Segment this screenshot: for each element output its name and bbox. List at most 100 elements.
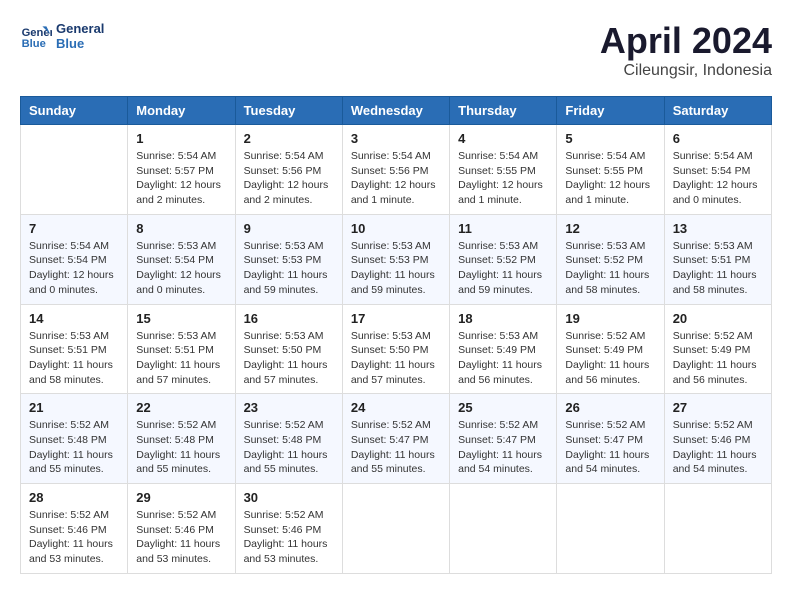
- day-number: 2: [244, 131, 334, 146]
- logo: General Blue General Blue: [20, 20, 104, 52]
- calendar-cell: [450, 484, 557, 574]
- calendar-cell: [557, 484, 664, 574]
- day-header-wednesday: Wednesday: [342, 97, 449, 125]
- day-info: Sunrise: 5:53 AM Sunset: 5:51 PM Dayligh…: [29, 329, 119, 388]
- calendar-cell: 12 Sunrise: 5:53 AM Sunset: 5:52 PM Dayli…: [557, 214, 664, 304]
- day-number: 12: [565, 221, 655, 236]
- calendar-cell: 22 Sunrise: 5:52 AM Sunset: 5:48 PM Dayli…: [128, 394, 235, 484]
- calendar-cell: 15 Sunrise: 5:53 AM Sunset: 5:51 PM Dayli…: [128, 304, 235, 394]
- day-number: 14: [29, 311, 119, 326]
- calendar-week-row: 21 Sunrise: 5:52 AM Sunset: 5:48 PM Dayli…: [21, 394, 772, 484]
- day-number: 5: [565, 131, 655, 146]
- calendar-cell: 21 Sunrise: 5:52 AM Sunset: 5:48 PM Dayli…: [21, 394, 128, 484]
- calendar-cell: 3 Sunrise: 5:54 AM Sunset: 5:56 PM Daylig…: [342, 125, 449, 215]
- day-info: Sunrise: 5:52 AM Sunset: 5:49 PM Dayligh…: [565, 329, 655, 388]
- day-number: 7: [29, 221, 119, 236]
- calendar-cell: 8Sunrise: 5:53 AM Sunset: 5:54 PM Daylig…: [128, 214, 235, 304]
- day-number: 20: [673, 311, 763, 326]
- day-header-friday: Friday: [557, 97, 664, 125]
- day-info: Sunrise: 5:52 AM Sunset: 5:48 PM Dayligh…: [244, 418, 334, 477]
- logo-line2: Blue: [56, 36, 104, 51]
- day-info: Sunrise: 5:54 AM Sunset: 5:56 PM Dayligh…: [351, 149, 441, 208]
- day-info: Sunrise: 5:53 AM Sunset: 5:52 PM Dayligh…: [458, 239, 548, 298]
- day-number: 27: [673, 400, 763, 415]
- logo-icon: General Blue: [20, 20, 52, 52]
- day-info: Sunrise: 5:53 AM Sunset: 5:52 PM Dayligh…: [565, 239, 655, 298]
- day-info: Sunrise: 5:54 AM Sunset: 5:55 PM Dayligh…: [565, 149, 655, 208]
- day-header-sunday: Sunday: [21, 97, 128, 125]
- day-info: Sunrise: 5:53 AM Sunset: 5:53 PM Dayligh…: [351, 239, 441, 298]
- calendar-cell: [21, 125, 128, 215]
- calendar-cell: 9 Sunrise: 5:53 AM Sunset: 5:53 PM Daylig…: [235, 214, 342, 304]
- calendar-table: SundayMondayTuesdayWednesdayThursdayFrid…: [20, 96, 772, 574]
- day-number: 4: [458, 131, 548, 146]
- calendar-cell: 26 Sunrise: 5:52 AM Sunset: 5:47 PM Dayli…: [557, 394, 664, 484]
- calendar-week-row: 28 Sunrise: 5:52 AM Sunset: 5:46 PM Dayli…: [21, 484, 772, 574]
- day-info: Sunrise: 5:52 AM Sunset: 5:48 PM Dayligh…: [29, 418, 119, 477]
- day-number: 16: [244, 311, 334, 326]
- day-header-thursday: Thursday: [450, 97, 557, 125]
- day-number: 15: [136, 311, 226, 326]
- day-info: Sunrise: 5:53 AM Sunset: 5:49 PM Dayligh…: [458, 329, 548, 388]
- calendar-cell: 5 Sunrise: 5:54 AM Sunset: 5:55 PM Daylig…: [557, 125, 664, 215]
- day-info: Sunrise: 5:52 AM Sunset: 5:47 PM Dayligh…: [565, 418, 655, 477]
- day-number: 30: [244, 490, 334, 505]
- day-info: Sunrise: 5:52 AM Sunset: 5:47 PM Dayligh…: [351, 418, 441, 477]
- day-header-saturday: Saturday: [664, 97, 771, 125]
- day-number: 6: [673, 131, 763, 146]
- day-number: 3: [351, 131, 441, 146]
- day-info: Sunrise: 5:54 AM Sunset: 5:55 PM Dayligh…: [458, 149, 548, 208]
- day-number: 1: [136, 131, 226, 146]
- day-number: 18: [458, 311, 548, 326]
- day-number: 10: [351, 221, 441, 236]
- day-number: 26: [565, 400, 655, 415]
- calendar-cell: 28 Sunrise: 5:52 AM Sunset: 5:46 PM Dayli…: [21, 484, 128, 574]
- day-info: Sunrise: 5:53 AM Sunset: 5:53 PM Dayligh…: [244, 239, 334, 298]
- day-number: 23: [244, 400, 334, 415]
- logo-line1: General: [56, 21, 104, 36]
- calendar-cell: 2Sunrise: 5:54 AM Sunset: 5:56 PM Daylig…: [235, 125, 342, 215]
- calendar-cell: 19Sunrise: 5:52 AM Sunset: 5:49 PM Dayli…: [557, 304, 664, 394]
- month-title: April 2024: [600, 20, 772, 62]
- calendar-cell: 23 Sunrise: 5:52 AM Sunset: 5:48 PM Dayli…: [235, 394, 342, 484]
- day-number: 21: [29, 400, 119, 415]
- calendar-cell: 14 Sunrise: 5:53 AM Sunset: 5:51 PM Dayli…: [21, 304, 128, 394]
- calendar-cell: [664, 484, 771, 574]
- calendar-cell: 16 Sunrise: 5:53 AM Sunset: 5:50 PM Dayli…: [235, 304, 342, 394]
- day-number: 13: [673, 221, 763, 236]
- day-info: Sunrise: 5:53 AM Sunset: 5:50 PM Dayligh…: [351, 329, 441, 388]
- calendar-cell: 30Sunrise: 5:52 AM Sunset: 5:46 PM Dayli…: [235, 484, 342, 574]
- title-block: April 2024 Cileungsir, Indonesia: [600, 20, 772, 80]
- day-info: Sunrise: 5:53 AM Sunset: 5:50 PM Dayligh…: [244, 329, 334, 388]
- day-number: 9: [244, 221, 334, 236]
- calendar-header-row: SundayMondayTuesdayWednesdayThursdayFrid…: [21, 97, 772, 125]
- calendar-cell: 24 Sunrise: 5:52 AM Sunset: 5:47 PM Dayli…: [342, 394, 449, 484]
- day-info: Sunrise: 5:54 AM Sunset: 5:57 PM Dayligh…: [136, 149, 226, 208]
- day-info: Sunrise: 5:52 AM Sunset: 5:46 PM Dayligh…: [673, 418, 763, 477]
- svg-text:Blue: Blue: [22, 38, 46, 50]
- day-number: 25: [458, 400, 548, 415]
- calendar-cell: 1 Sunrise: 5:54 AM Sunset: 5:57 PM Daylig…: [128, 125, 235, 215]
- calendar-cell: 4 Sunrise: 5:54 AM Sunset: 5:55 PM Daylig…: [450, 125, 557, 215]
- calendar-cell: 13Sunrise: 5:53 AM Sunset: 5:51 PM Dayli…: [664, 214, 771, 304]
- calendar-cell: 25 Sunrise: 5:52 AM Sunset: 5:47 PM Dayli…: [450, 394, 557, 484]
- day-info: Sunrise: 5:52 AM Sunset: 5:46 PM Dayligh…: [29, 508, 119, 567]
- calendar-cell: 18 Sunrise: 5:53 AM Sunset: 5:49 PM Dayli…: [450, 304, 557, 394]
- calendar-cell: 6Sunrise: 5:54 AM Sunset: 5:54 PM Daylig…: [664, 125, 771, 215]
- day-number: 22: [136, 400, 226, 415]
- day-info: Sunrise: 5:52 AM Sunset: 5:47 PM Dayligh…: [458, 418, 548, 477]
- calendar-week-row: 14 Sunrise: 5:53 AM Sunset: 5:51 PM Dayli…: [21, 304, 772, 394]
- day-number: 17: [351, 311, 441, 326]
- day-header-monday: Monday: [128, 97, 235, 125]
- day-info: Sunrise: 5:53 AM Sunset: 5:54 PM Dayligh…: [136, 239, 226, 298]
- day-info: Sunrise: 5:53 AM Sunset: 5:51 PM Dayligh…: [136, 329, 226, 388]
- day-number: 28: [29, 490, 119, 505]
- day-info: Sunrise: 5:52 AM Sunset: 5:49 PM Dayligh…: [673, 329, 763, 388]
- day-number: 24: [351, 400, 441, 415]
- calendar-cell: 27 Sunrise: 5:52 AM Sunset: 5:46 PM Dayli…: [664, 394, 771, 484]
- calendar-cell: 17 Sunrise: 5:53 AM Sunset: 5:50 PM Dayli…: [342, 304, 449, 394]
- day-info: Sunrise: 5:52 AM Sunset: 5:46 PM Dayligh…: [136, 508, 226, 567]
- calendar-week-row: 7Sunrise: 5:54 AM Sunset: 5:54 PM Daylig…: [21, 214, 772, 304]
- day-info: Sunrise: 5:52 AM Sunset: 5:48 PM Dayligh…: [136, 418, 226, 477]
- page-header: General Blue General Blue April 2024 Cil…: [20, 20, 772, 80]
